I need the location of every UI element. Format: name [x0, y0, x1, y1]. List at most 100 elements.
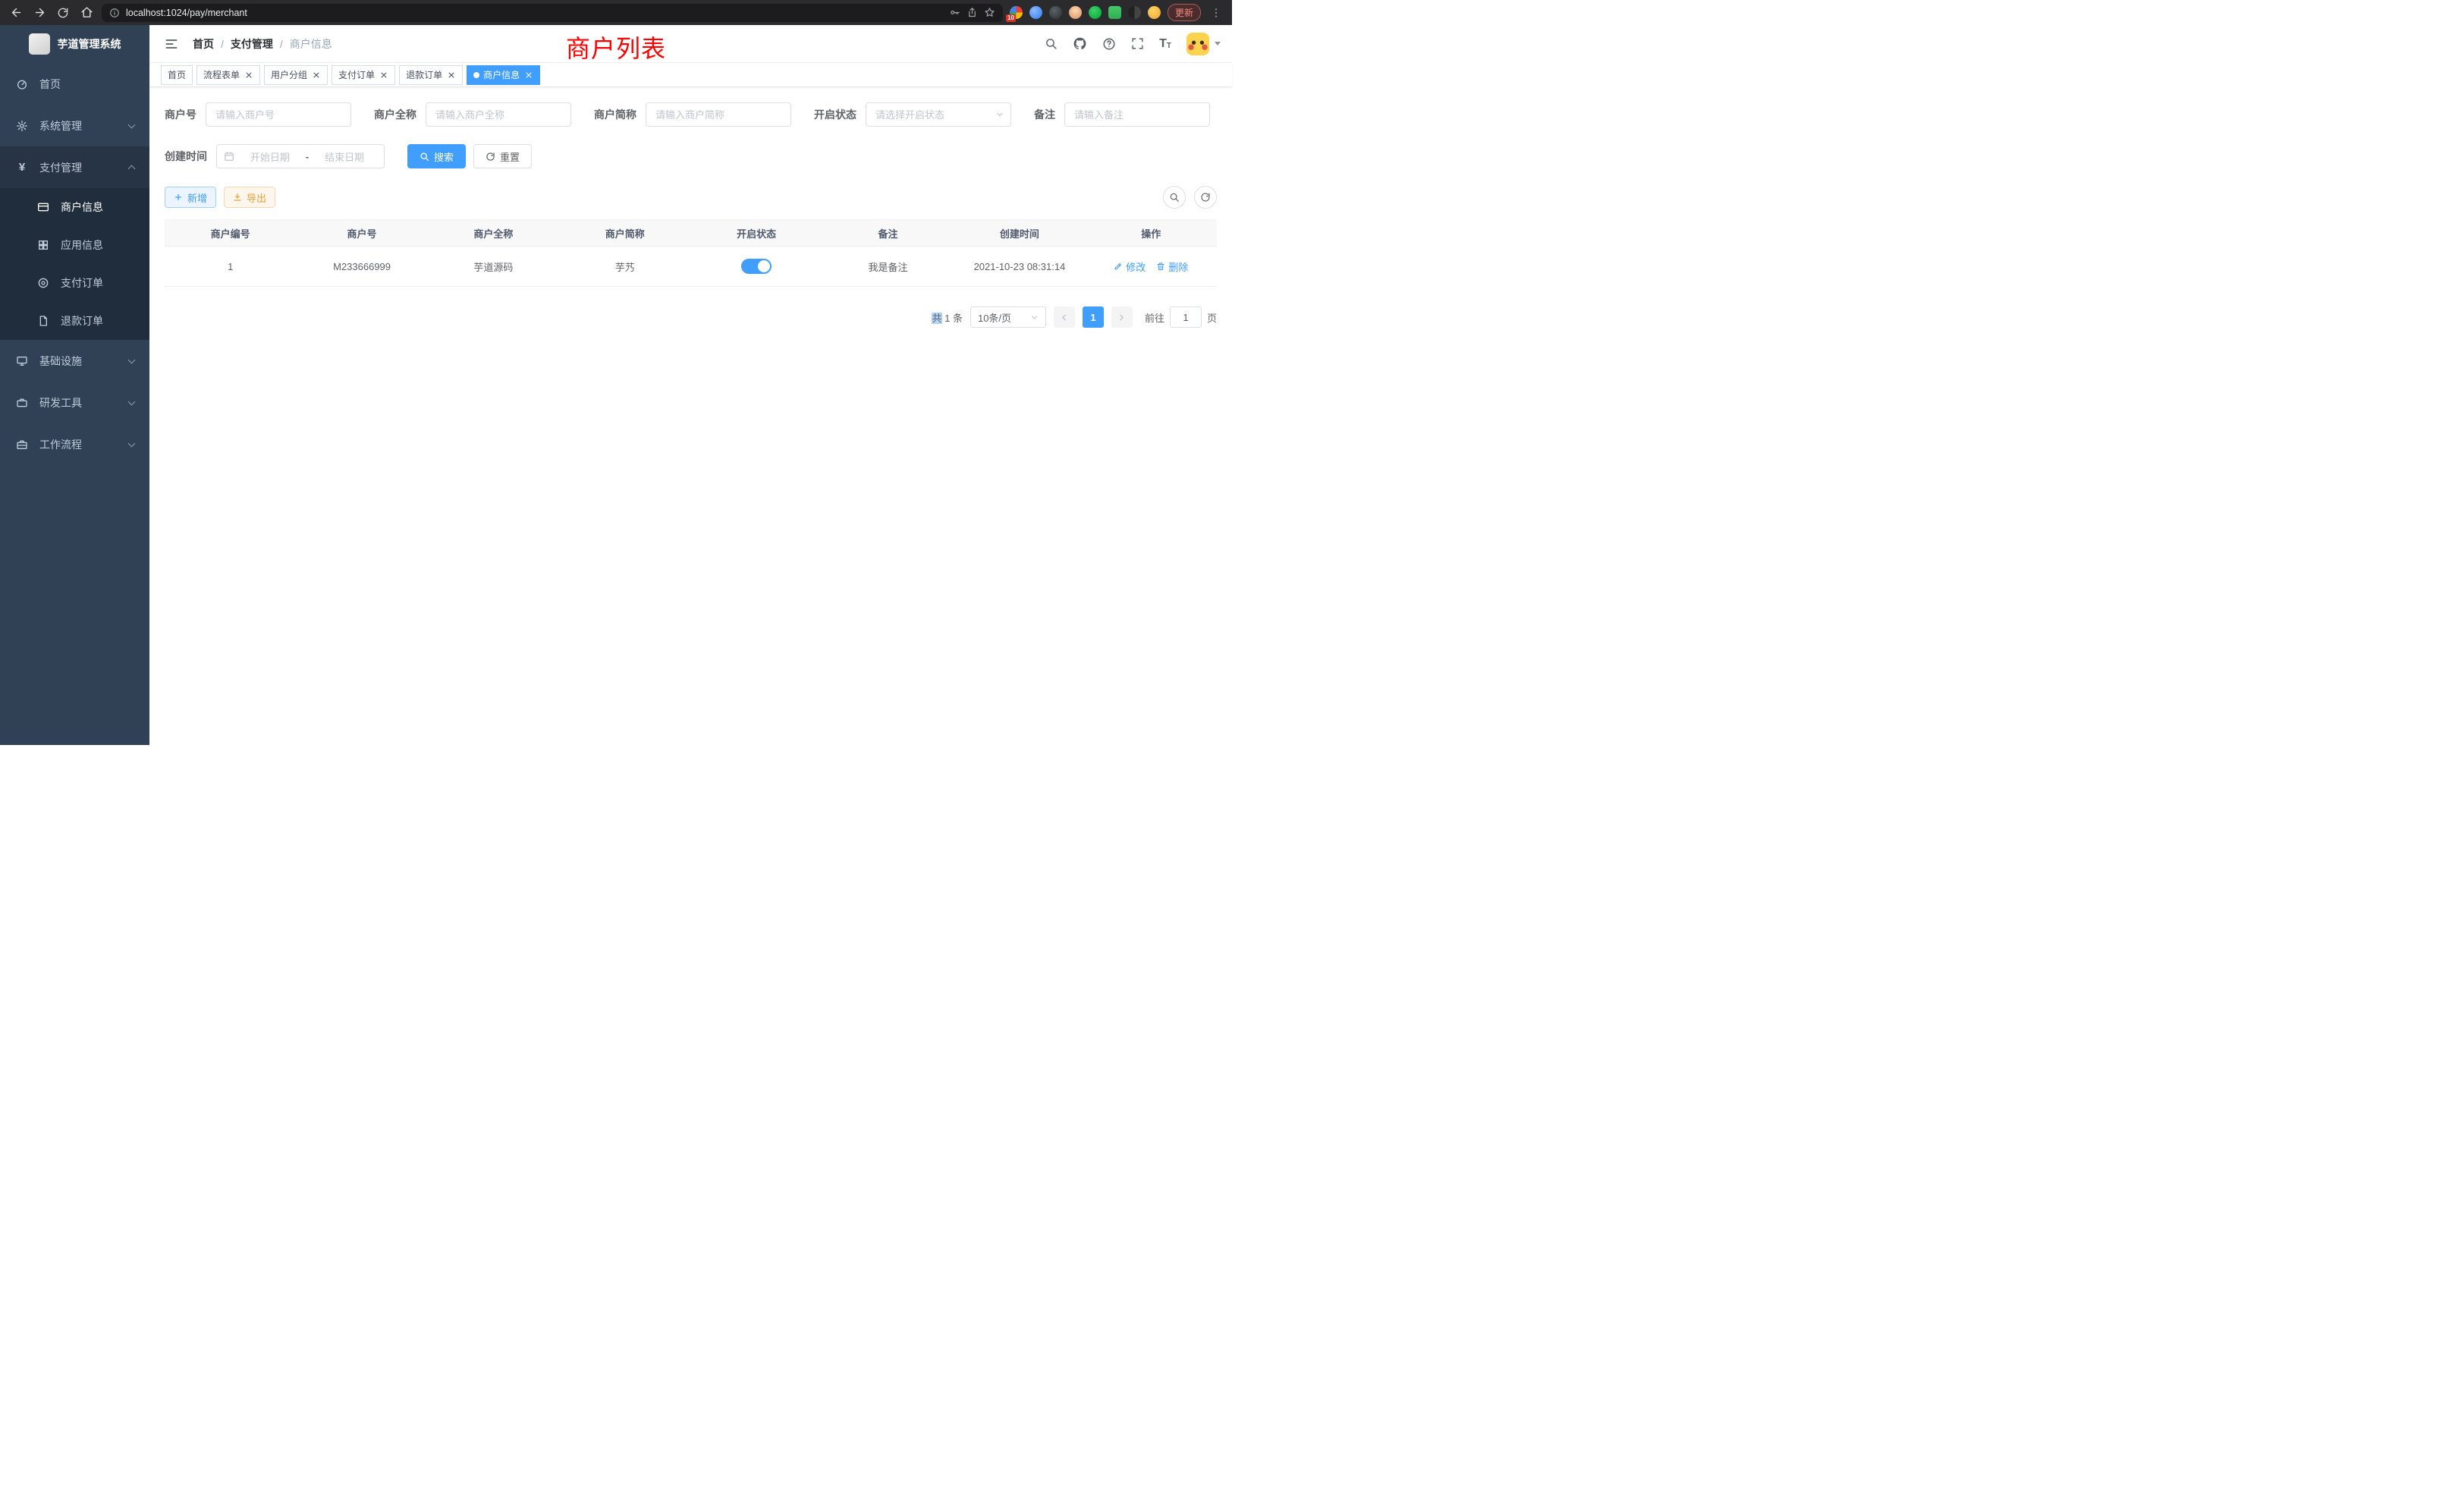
browser-back-icon[interactable] — [8, 5, 24, 21]
help-icon[interactable] — [1102, 37, 1116, 51]
sidebar-item-payment[interactable]: ¥ 支付管理 — [0, 146, 149, 188]
github-icon[interactable] — [1073, 36, 1087, 51]
user-avatar[interactable] — [1186, 33, 1209, 55]
browser-menu-kebab-icon[interactable] — [1208, 5, 1224, 21]
toolbox-icon — [15, 397, 29, 409]
page-number-button[interactable]: 1 — [1083, 306, 1104, 328]
next-page-button[interactable] — [1111, 306, 1133, 328]
grid-icon — [36, 239, 50, 251]
address-bar[interactable]: localhost:1024/pay/merchant — [102, 4, 1003, 22]
site-info-icon[interactable] — [109, 8, 120, 18]
extension-emoji-icon[interactable] — [1148, 6, 1161, 19]
date-start-placeholder: 开始日期 — [237, 149, 303, 164]
col-full-name: 商户全称 — [428, 226, 559, 240]
tab-home[interactable]: 首页 — [161, 65, 193, 85]
refresh-table-icon[interactable] — [1194, 186, 1217, 209]
sidebar-item-workflow[interactable]: 工作流程 — [0, 423, 149, 465]
close-icon[interactable] — [379, 70, 388, 80]
status-label: 开启状态 — [814, 107, 856, 122]
col-merchant-id: 商户编号 — [165, 226, 296, 240]
prev-page-button[interactable] — [1054, 306, 1075, 328]
export-button-label: 导出 — [247, 190, 266, 205]
extension-dark-globe-icon[interactable] — [1049, 6, 1062, 19]
col-remark: 备注 — [822, 226, 954, 240]
breadcrumb-home[interactable]: 首页 — [193, 36, 214, 52]
bookmark-star-icon[interactable] — [984, 7, 995, 18]
fullscreen-icon[interactable] — [1131, 37, 1144, 50]
short-name-input[interactable] — [646, 102, 791, 127]
full-name-input[interactable] — [426, 102, 571, 127]
sidebar-item-label: 商户信息 — [61, 200, 103, 215]
search-button[interactable]: 搜索 — [407, 144, 466, 168]
add-button[interactable]: 新增 — [165, 187, 216, 208]
tab-refund-order[interactable]: 退款订单 — [399, 65, 463, 85]
remark-input[interactable] — [1064, 102, 1210, 127]
page-size-select[interactable]: 10条/页 — [970, 306, 1046, 328]
create-time-range-picker[interactable]: 开始日期 - 结束日期 — [216, 144, 385, 168]
caret-down-icon — [1215, 42, 1221, 46]
tab-label: 用户分组 — [271, 68, 307, 81]
close-icon[interactable] — [523, 70, 533, 80]
cell-short-name: 芋艿 — [559, 259, 690, 274]
extension-colorful-icon[interactable]: 10 — [1010, 6, 1023, 19]
page-content: 商户号 商户全称 商户简称 开启状态 备注 — [149, 87, 1232, 328]
toggle-search-icon[interactable] — [1163, 186, 1186, 209]
tab-user-group[interactable]: 用户分组 — [264, 65, 328, 85]
status-toggle[interactable] — [741, 259, 772, 274]
sidebar-item-refund-order[interactable]: 退款订单 — [0, 302, 149, 340]
share-icon[interactable] — [966, 7, 978, 18]
extension-notes-icon[interactable] — [1108, 6, 1121, 19]
browser-reload-icon[interactable] — [55, 5, 71, 21]
sidebar-item-home[interactable]: 首页 — [0, 63, 149, 105]
sidebar-item-infra[interactable]: 基础设施 — [0, 340, 149, 382]
close-icon[interactable] — [446, 70, 456, 80]
extension-green-circle-icon[interactable] — [1089, 6, 1102, 19]
extension-avatar-icon[interactable] — [1069, 6, 1082, 19]
cell-full-name: 芋道源码 — [428, 259, 559, 274]
search-button-label: 搜索 — [434, 149, 454, 164]
tab-merchant-info[interactable]: 商户信息 — [467, 65, 540, 85]
merchant-no-input[interactable] — [206, 102, 351, 127]
date-separator: - — [306, 151, 309, 162]
extension-badge: 10 — [1006, 14, 1016, 22]
gear-icon — [15, 120, 29, 132]
sidebar-item-app-info[interactable]: 应用信息 — [0, 226, 149, 264]
calendar-icon — [224, 151, 234, 162]
key-icon[interactable] — [949, 7, 960, 18]
sidebar-item-system[interactable]: 系统管理 — [0, 105, 149, 146]
tab-pay-order[interactable]: 支付订单 — [332, 65, 395, 85]
yen-icon: ¥ — [15, 161, 29, 174]
col-merchant-no: 商户号 — [296, 226, 427, 240]
browser-home-icon[interactable] — [78, 5, 95, 21]
browser-update-button[interactable]: 更新 — [1168, 4, 1201, 21]
user-menu[interactable] — [1186, 33, 1221, 55]
search-icon[interactable] — [1045, 37, 1058, 50]
browser-forward-icon[interactable] — [31, 5, 48, 21]
merchant-no-label: 商户号 — [165, 107, 196, 122]
monitor-icon — [15, 355, 29, 367]
extension-pinwheel-icon[interactable] — [1128, 6, 1141, 19]
sidebar-item-label: 工作流程 — [39, 437, 82, 452]
delete-link[interactable]: 删除 — [1156, 259, 1188, 274]
sidebar-item-dev-tools[interactable]: 研发工具 — [0, 382, 149, 423]
edit-link[interactable]: 修改 — [1114, 259, 1146, 274]
extension-blue-icon[interactable] — [1029, 6, 1042, 19]
goto-page-input[interactable] — [1170, 306, 1202, 328]
page-size-value: 10条/页 — [978, 310, 1011, 325]
sidebar-item-label: 系统管理 — [39, 118, 82, 134]
font-size-icon[interactable]: TT — [1159, 38, 1171, 50]
sidebar-collapse-icon[interactable] — [161, 33, 182, 55]
export-button[interactable]: 导出 — [224, 187, 275, 208]
breadcrumb-parent[interactable]: 支付管理 — [231, 36, 273, 52]
close-icon[interactable] — [311, 70, 321, 80]
add-button-label: 新增 — [187, 190, 207, 205]
close-icon[interactable] — [244, 70, 253, 80]
sidebar-item-merchant-info[interactable]: 商户信息 — [0, 188, 149, 226]
status-select[interactable] — [866, 102, 1011, 127]
sidebar-item-pay-order[interactable]: 支付订单 — [0, 264, 149, 302]
tab-process-form[interactable]: 流程表单 — [196, 65, 260, 85]
browser-toolbar: localhost:1024/pay/merchant 10 更新 — [0, 0, 1232, 25]
annotation-text: 商户列表 — [566, 30, 666, 64]
reset-button[interactable]: 重置 — [473, 144, 532, 168]
reset-button-label: 重置 — [500, 149, 520, 164]
